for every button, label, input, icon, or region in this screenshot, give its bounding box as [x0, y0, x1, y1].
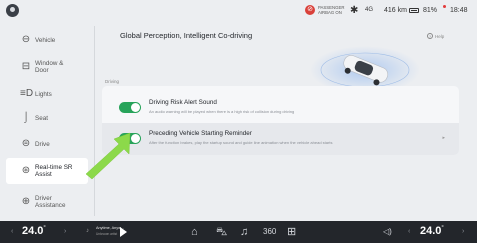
sidebar-item-vehicle[interactable]: ⊖ Vehicle: [0, 27, 94, 53]
clock: 18:48: [450, 7, 468, 14]
help-label: Help: [435, 34, 445, 39]
home-icon[interactable]: ⌂: [191, 225, 198, 239]
setting-row-preceding-vehicle[interactable]: Preceding Vehicle Starting Reminder Afte…: [102, 123, 459, 155]
headlight-icon: ≡D: [20, 88, 34, 99]
music-icon[interactable]: ♫: [240, 225, 248, 239]
annotation-arrow-icon: [85, 132, 131, 180]
setting-description: After the function brakes, play the star…: [149, 140, 333, 145]
setting-row-risk-alert: Driving Risk Alert Sound An audio warnin…: [102, 91, 459, 122]
temp-right-unit: °: [441, 225, 444, 232]
user-avatar[interactable]: [6, 4, 19, 17]
temp-left-value: 24.0: [22, 225, 44, 237]
risk-alert-toggle[interactable]: [119, 102, 141, 113]
sidebar-item-label: Lights: [35, 90, 52, 98]
temp-right-increase-icon[interactable]: ›: [462, 228, 464, 235]
question-icon: ?: [427, 33, 433, 39]
temp-left-increase-icon[interactable]: ›: [64, 228, 66, 235]
sidebar-item-seat[interactable]: ⌡ Seat: [0, 105, 94, 131]
range-indicator: 416 km: [384, 7, 407, 14]
sidebar-item-label: Window & Door: [35, 60, 64, 74]
steering-wheel-icon: ⊖: [21, 34, 31, 45]
setting-description: An audio warning will be played when the…: [149, 109, 295, 114]
settings-sidebar: ⊖ Vehicle ⊟ Window & Door ≡D Lights ⌡ Se…: [0, 26, 94, 216]
bottom-dock: ‹ 24.0° › ♪ Anytime, Anyw... Unknown art…: [0, 221, 477, 243]
screen: ⊘ PASSENGER AIRBAG ON ✱ 4G 416 km 81% 18…: [0, 0, 477, 243]
temp-left-unit: °: [43, 225, 46, 232]
temp-left[interactable]: 24.0°: [22, 225, 46, 237]
airbag-indicator: ⊘ PASSENGER AIRBAG ON: [305, 5, 345, 15]
main-panel: Global Perception, Intelligent Co-drivin…: [100, 26, 470, 216]
play-icon[interactable]: [120, 227, 127, 237]
apps-icon[interactable]: ⊞: [287, 225, 296, 239]
section-label-driving: Driving: [105, 79, 120, 84]
driver-assist-icon: ⊕: [21, 196, 31, 207]
sidebar-item-driver-assistance[interactable]: ⊕ Driver Assistance: [0, 189, 94, 215]
temp-right-decrease-icon[interactable]: ‹: [408, 228, 410, 235]
car-icon[interactable]: ⛍: [216, 225, 227, 239]
temp-left-decrease-icon[interactable]: ‹: [11, 228, 13, 235]
signal-indicator: 4G: [365, 7, 374, 13]
media-artist: Unknown artist: [96, 232, 118, 236]
sidebar-item-lights[interactable]: ≡D Lights: [0, 81, 94, 107]
sidebar-item-label: Drive: [35, 140, 50, 148]
temp-right[interactable]: 24.0°: [420, 225, 444, 237]
help-button[interactable]: ? Help: [427, 33, 444, 39]
volume-icon[interactable]: ◁): [383, 227, 392, 236]
seat-icon: ⌡: [22, 112, 30, 123]
status-bar: ⊘ PASSENGER AIRBAG ON ✱ 4G 416 km 81% 18…: [0, 0, 477, 26]
airbag-status-text: PASSENGER AIRBAG ON: [318, 5, 345, 15]
airbag-icon: ⊘: [305, 5, 315, 15]
window-icon: ⊟: [21, 61, 31, 72]
notification-dot-icon: [443, 5, 446, 8]
sidebar-item-label: Driver Assistance: [35, 195, 66, 209]
battery-level: 81%: [423, 7, 438, 14]
bluetooth-icon: ✱: [350, 5, 359, 16]
sidebar-item-label: Seat: [35, 114, 48, 122]
drive-wheel-icon: ⊜: [21, 138, 31, 149]
battery-icon: [409, 8, 419, 13]
temp-right-value: 24.0: [420, 225, 442, 237]
sidebar-item-label: Real-time SR Assist: [35, 164, 73, 178]
sidebar-divider: [94, 26, 95, 216]
page-title: Global Perception, Intelligent Co-drivin…: [120, 31, 253, 40]
sidebar-item-window-door[interactable]: ⊟ Window & Door: [0, 54, 94, 80]
setting-title: Driving Risk Alert Sound: [149, 99, 217, 106]
sidebar-item-label: Vehicle: [35, 36, 56, 44]
chevron-right-icon[interactable]: ▸: [442, 135, 445, 141]
settings-card: Driving Risk Alert Sound An audio warnin…: [102, 86, 459, 155]
sr-assist-icon: ⊛: [21, 165, 31, 176]
setting-title: Preceding Vehicle Starting Reminder: [149, 130, 252, 137]
music-note-icon: ♪: [86, 228, 89, 234]
360-view-icon[interactable]: 360: [263, 225, 276, 239]
